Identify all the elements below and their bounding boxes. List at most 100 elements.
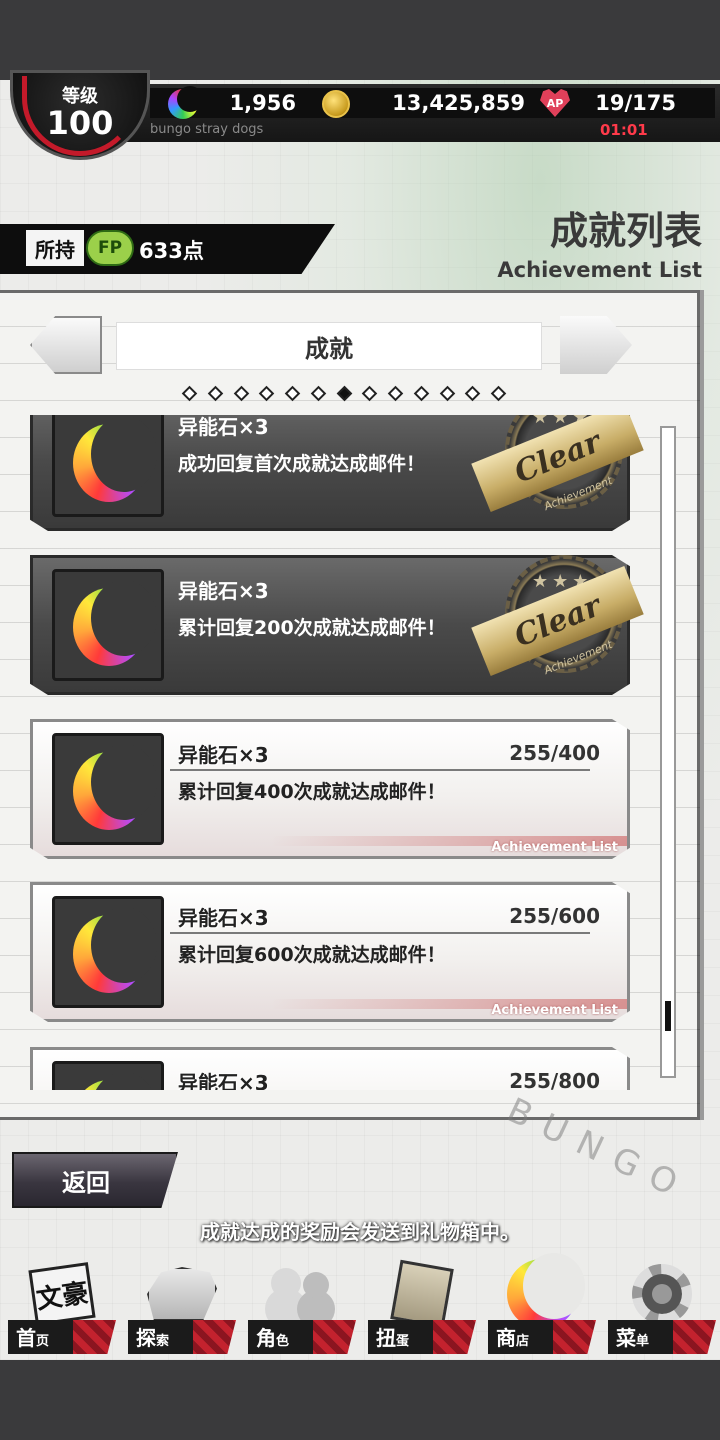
reward-icon-frame [52, 415, 164, 517]
page-indicator [181, 382, 507, 404]
page-title: 成就列表 [549, 209, 702, 253]
fp-owned-label: 所持 [26, 230, 84, 266]
progress-count: 255/400 [509, 741, 600, 765]
bunko-icon: 文豪 [26, 1262, 98, 1326]
nav-label-small: 页 [36, 1334, 50, 1349]
page-dot[interactable] [413, 385, 430, 401]
achievement-description: 累计回复200次成就达成邮件！ [178, 617, 446, 639]
bottom-letterbox [0, 1360, 720, 1440]
achievement-card[interactable]: 异能石×3 255/400 累计回复400次成就达成邮件！ Achievemen… [30, 719, 630, 859]
reward-label: 异能石×3 [178, 1071, 269, 1090]
nav-label: 菜单 [616, 1322, 649, 1351]
coin-count: 13,425,859 [392, 91, 525, 115]
ability-stone-icon [73, 580, 157, 666]
nav-label-small: 蛋 [396, 1334, 410, 1349]
nav-label-main: 探 [136, 1326, 156, 1350]
ability-stone-count: 1,956 [229, 91, 296, 115]
category-title: 成就 [116, 322, 542, 370]
nav-label: 扭蛋 [376, 1322, 409, 1351]
nav-menu[interactable]: 菜单 [604, 1262, 720, 1360]
nav-label-small: 单 [636, 1334, 650, 1349]
ap-count: 19/175 [595, 91, 676, 115]
reward-label: 异能石×3 [178, 579, 269, 603]
back-button[interactable]: 返回 [12, 1152, 178, 1208]
nav-label-main: 菜 [616, 1326, 636, 1350]
page-dot[interactable] [490, 385, 507, 401]
bottom-navigation: 文豪 首页 探索 角色 扭蛋 商店 菜单 [0, 1253, 720, 1360]
nav-label: 商店 [496, 1322, 529, 1351]
reward-notice: 成就达成的奖励会发送到礼物箱中。 [200, 1220, 520, 1244]
bunko-glyph: 文豪 [28, 1262, 96, 1326]
card-footer-label: Achievement List [491, 1003, 618, 1018]
achievement-card[interactable]: 异能石×3 255/600 累计回复600次成就达成邮件！ Achievemen… [30, 882, 630, 1022]
nav-label-small: 色 [276, 1334, 290, 1349]
nav-home[interactable]: 文豪 首页 [4, 1262, 120, 1360]
ability-stone-icon [506, 1253, 585, 1329]
page-dot[interactable] [464, 385, 481, 401]
reward-icon-frame [52, 569, 164, 681]
page-dot-active[interactable] [336, 385, 352, 401]
page-dot[interactable] [284, 385, 301, 401]
nav-characters[interactable]: 角色 [244, 1262, 360, 1360]
nav-shop[interactable]: 商店 [484, 1253, 600, 1360]
page-dot[interactable] [233, 385, 249, 401]
reward-label: 异能石×3 [178, 743, 269, 767]
gear-icon [626, 1264, 698, 1324]
nav-label: 首页 [16, 1322, 49, 1351]
fp-icon: FP [86, 230, 134, 266]
progress-count: 255/800 [509, 1069, 600, 1090]
achievement-card[interactable]: 异能石×3 255/800 [30, 1047, 630, 1090]
page-dot[interactable] [181, 385, 198, 401]
achievement-description: 成功回复首次成就达成邮件！ [178, 453, 426, 475]
achievement-list[interactable]: 异能石×3 成功回复首次成就达成邮件！ ★★★ Clear Achievemen… [0, 415, 660, 1090]
reward-icon-frame [52, 733, 164, 845]
page-dot[interactable] [387, 385, 404, 401]
ability-stone-icon [73, 744, 157, 830]
progress-count: 255/600 [509, 904, 600, 928]
page-subtitle: Achievement List [497, 258, 702, 282]
nav-label-small: 索 [156, 1334, 170, 1349]
ability-stone-icon [73, 907, 157, 993]
nav-label-main: 扭 [376, 1326, 396, 1350]
scrollbar-thumb[interactable] [665, 1001, 671, 1032]
clear-seal-icon: ★★★ Clear Achievement [471, 415, 644, 529]
page-dot[interactable] [310, 385, 327, 401]
nav-label: 角色 [256, 1322, 289, 1351]
level-value: 100 [46, 104, 114, 142]
nav-label-main: 商 [496, 1326, 516, 1350]
ability-stone-icon [73, 416, 157, 502]
page-dot[interactable] [258, 385, 275, 401]
nav-label-main: 角 [256, 1326, 276, 1350]
brand-subtitle: bungo stray dogs [150, 122, 264, 137]
coin-icon [322, 90, 350, 118]
reward-label: 异能石×3 [178, 906, 269, 930]
scrollbar-track[interactable] [660, 426, 676, 1078]
fp-points: 633点 [139, 239, 204, 263]
achievement-description: 累计回复600次成就达成邮件！ [178, 944, 446, 966]
nav-label-main: 首 [16, 1326, 36, 1350]
ability-stone-icon [168, 86, 203, 119]
tiger-icon [146, 1264, 218, 1324]
page-dot[interactable] [439, 385, 455, 401]
reward-icon-frame [52, 896, 164, 1008]
reward-icon-frame [52, 1061, 164, 1090]
achievement-card[interactable]: 异能石×3 累计回复200次成就达成邮件！ ★★★ Clear Achievem… [30, 553, 644, 695]
reward-label: 异能石×3 [178, 415, 269, 439]
achievement-card[interactable]: 异能石×3 成功回复首次成就达成邮件！ ★★★ Clear Achievemen… [30, 415, 644, 531]
nav-explore[interactable]: 探索 [124, 1262, 240, 1360]
top-letterbox [0, 0, 720, 80]
page-dot[interactable] [207, 385, 224, 401]
nav-gacha[interactable]: 扭蛋 [364, 1259, 480, 1360]
clear-seal-icon: ★★★ Clear Achievement [471, 553, 644, 693]
card-footer-label: Achievement List [491, 840, 618, 855]
page-dot[interactable] [361, 385, 378, 401]
title-underline [170, 769, 590, 771]
nav-label-small: 店 [516, 1334, 530, 1349]
characters-icon [266, 1264, 338, 1324]
title-underline [170, 932, 590, 934]
gacha-book-icon [386, 1259, 458, 1329]
nav-label: 探索 [136, 1322, 169, 1351]
ability-stone-icon [73, 1072, 157, 1090]
achievement-description: 累计回复400次成就达成邮件！ [178, 781, 446, 803]
ap-recovery-timer: 01:01 [600, 121, 648, 139]
